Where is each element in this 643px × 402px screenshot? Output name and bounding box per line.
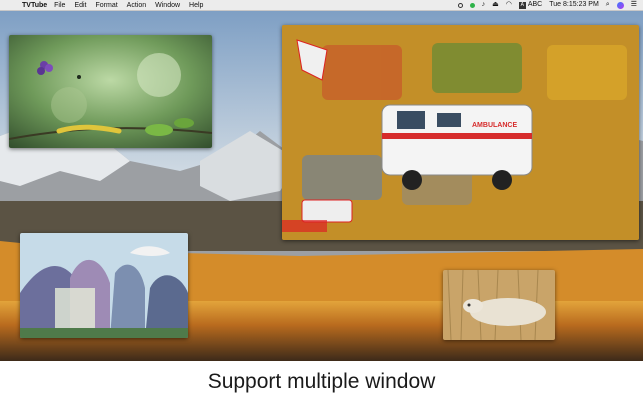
cartoon-landscape-video-frame: [20, 233, 188, 338]
clock[interactable]: Tue 8:15:23 PM: [549, 0, 599, 10]
cartoon-landscape-video-window[interactable]: [20, 233, 188, 338]
keyboard-input-icon[interactable]: A ABC: [518, 0, 543, 10]
menu-format[interactable]: Format: [96, 2, 118, 9]
menu-help[interactable]: Help: [189, 2, 203, 9]
menu-edit[interactable]: Edit: [74, 2, 86, 9]
ambulance-label: AMBULANCE: [472, 122, 517, 129]
green-dot-icon[interactable]: [469, 2, 475, 8]
menu-window[interactable]: Window: [155, 2, 180, 9]
sheep-video-window[interactable]: [443, 270, 555, 340]
menu-file[interactable]: File: [54, 2, 65, 9]
notification-list-icon[interactable]: ☰: [631, 0, 637, 10]
marketing-caption: Support multiple window: [0, 361, 643, 402]
sheep-video-frame: [443, 270, 555, 340]
search-icon[interactable]: ⌕: [606, 0, 610, 10]
ambulance-video-frame: AMBULANCE: [282, 25, 639, 240]
ambulance-video-window[interactable]: AMBULANCE: [282, 25, 639, 240]
caterpillar-video-window[interactable]: [9, 35, 212, 148]
speaker-icon[interactable]: ♪: [482, 0, 486, 10]
wifi-icon[interactable]: ◠: [506, 0, 512, 10]
menu-action[interactable]: Action: [127, 2, 146, 9]
eject-icon[interactable]: ⏏: [492, 0, 499, 10]
input-source-label: ABC: [527, 1, 543, 8]
app-menu[interactable]: TVTube: [22, 2, 47, 9]
siri-icon[interactable]: [616, 1, 624, 9]
caterpillar-video-frame: [9, 35, 212, 148]
desktop-wallpaper: AMBULANCE: [0, 11, 643, 361]
status-area: ♪ ⏏ ◠ A ABC Tue 8:15:23 PM ⌕ ☰: [457, 0, 643, 10]
circle-icon[interactable]: [457, 2, 463, 8]
menu-bar: TVTube File Edit Format Action Window He…: [0, 0, 643, 11]
